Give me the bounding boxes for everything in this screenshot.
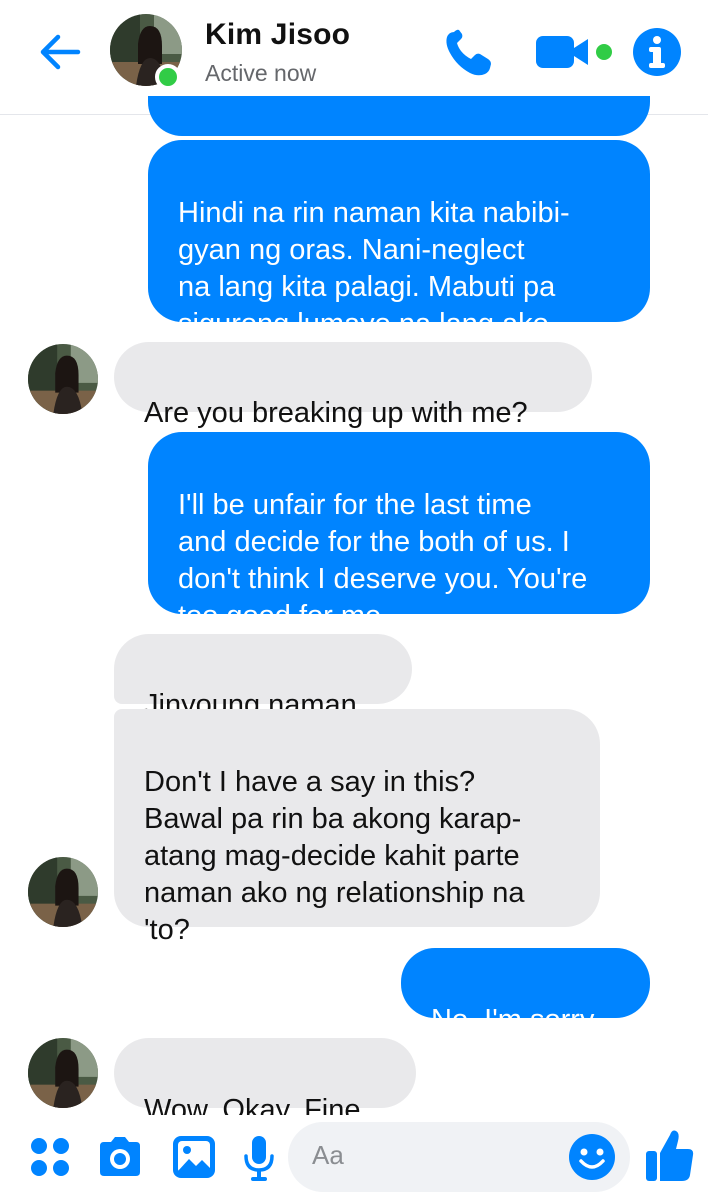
- contact-avatar[interactable]: [28, 857, 98, 927]
- back-arrow-icon[interactable]: [36, 28, 84, 76]
- contact-status: Active now: [205, 60, 317, 86]
- message-bubble-incoming[interactable]: Are you breaking up with me?: [114, 342, 592, 429]
- info-icon[interactable]: [632, 27, 682, 77]
- message-bubble-incoming[interactable]: Wow. Okay. Fine.: [114, 1038, 416, 1126]
- message-composer: Aa: [0, 1115, 708, 1200]
- contact-avatar[interactable]: [28, 344, 98, 414]
- camera-icon[interactable]: [96, 1136, 144, 1178]
- message-text: Hindi na rin naman kita nabibi- gyan ng …: [178, 197, 570, 340]
- microphone-icon[interactable]: [242, 1134, 276, 1182]
- phone-icon[interactable]: [440, 28, 496, 78]
- gallery-icon[interactable]: [172, 1135, 216, 1179]
- message-bubble-incoming[interactable]: Jinyoung naman: [114, 634, 412, 721]
- message-bubble-outgoing[interactable]: I'll be unfair for the last time and dec…: [148, 432, 650, 632]
- message-input-placeholder: Aa: [312, 1140, 344, 1170]
- message-bubble-outgoing[interactable]: [148, 96, 650, 136]
- message-bubble-incoming[interactable]: Don't I have a say in this? Bawal pa rin…: [114, 709, 600, 946]
- message-text: Are you breaking up with me?: [144, 397, 528, 429]
- message-text: I'll be unfair for the last time and dec…: [178, 489, 588, 632]
- thumbs-up-icon[interactable]: [644, 1127, 696, 1183]
- contact-avatar[interactable]: [28, 1038, 98, 1108]
- video-camera-icon[interactable]: [534, 32, 616, 72]
- message-bubble-outgoing[interactable]: Hindi na rin naman kita nabibi- gyan ng …: [148, 140, 650, 340]
- apps-grid-icon[interactable]: [30, 1137, 70, 1177]
- message-bubble-outgoing[interactable]: No. I'm sorry.: [401, 948, 650, 1036]
- message-text: No. I'm sorry.: [431, 1004, 601, 1036]
- message-text: Don't I have a say in this? Bawal pa rin…: [144, 766, 525, 946]
- message-input[interactable]: Aa: [288, 1122, 630, 1192]
- emoji-icon[interactable]: [568, 1133, 616, 1181]
- online-status-dot: [155, 64, 181, 90]
- contact-name[interactable]: Kim Jisoo: [205, 18, 350, 52]
